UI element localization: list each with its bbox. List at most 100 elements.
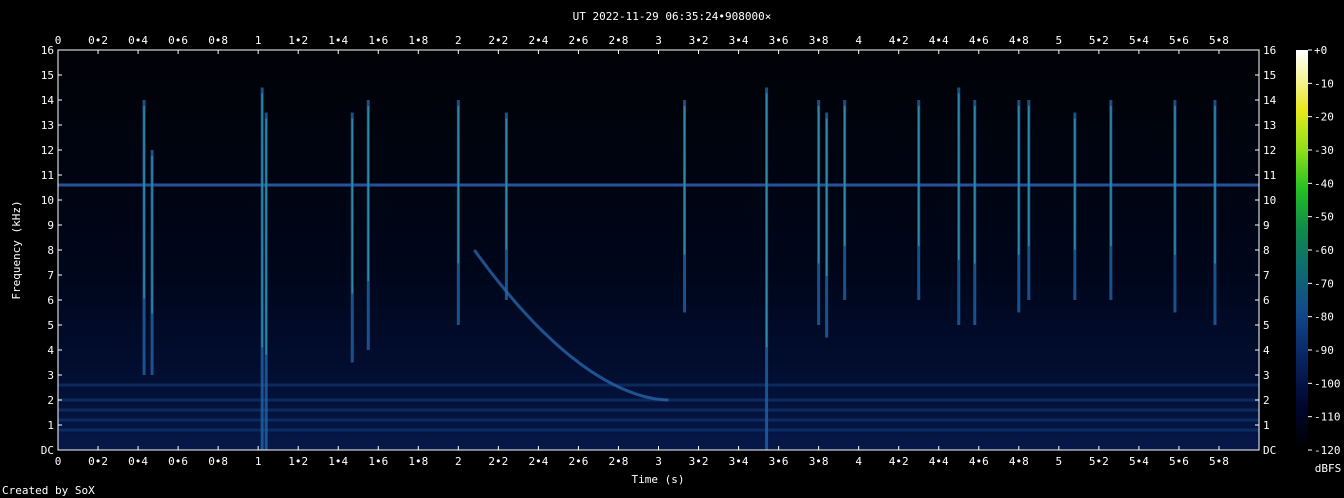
y-tick-label-left: 4 — [47, 344, 54, 357]
x-tick-label-bottom: 3•4 — [729, 455, 749, 468]
x-tick-label-top: 3•8 — [809, 34, 829, 47]
colorbar-tick-label: -110 — [1314, 411, 1341, 424]
x-tick-label-bottom: 3 — [655, 455, 662, 468]
impulse-core — [825, 118, 828, 276]
x-tick-label-bottom: 1 — [255, 455, 262, 468]
y-tick-label-left: 12 — [41, 144, 54, 157]
x-tick-label-top: 2•6 — [568, 34, 588, 47]
y-tick-label-right: 8 — [1263, 244, 1270, 257]
y-tick-label-right: 4 — [1263, 344, 1270, 357]
x-tick-label-top: 0•6 — [168, 34, 188, 47]
x-tick-label-bottom: 3•8 — [809, 455, 829, 468]
y-tick-label-right: 7 — [1263, 269, 1270, 282]
impulse-core — [843, 106, 846, 246]
colorbar-tick-label: -120 — [1314, 444, 1341, 457]
y-tick-label-left: 11 — [41, 169, 54, 182]
impulse-core — [151, 156, 153, 314]
low-band — [58, 408, 1259, 412]
x-tick-label-bottom: 4•6 — [969, 455, 989, 468]
colorbar-tick-label: -70 — [1314, 277, 1334, 290]
x-tick-label-bottom: 3•6 — [769, 455, 789, 468]
x-tick-label-top: 5•4 — [1129, 34, 1149, 47]
impulse-core — [958, 93, 960, 260]
y-tick-label-right: 12 — [1263, 144, 1276, 157]
y-tick-label-right: 13 — [1263, 119, 1276, 132]
y-tick-label-right: 1 — [1263, 419, 1270, 432]
x-tick-label-bottom: 0 — [55, 455, 62, 468]
x-tick-label-top: 1•6 — [368, 34, 388, 47]
y-tick-label-left: 13 — [41, 119, 54, 132]
x-tick-label-bottom: 2•2 — [488, 455, 508, 468]
impulse-core — [683, 106, 686, 255]
y-tick-label-left: 6 — [47, 294, 54, 307]
x-tick-label-bottom: 3•2 — [689, 455, 709, 468]
x-tick-label-bottom: 4•2 — [889, 455, 909, 468]
colorbar-tick-label: -30 — [1314, 144, 1334, 157]
impulse-core — [261, 93, 263, 348]
y-tick-label-left: 14 — [41, 94, 55, 107]
y-tick-label-left: DC — [41, 444, 54, 457]
x-tick-label-top: 5 — [1056, 34, 1063, 47]
x-tick-label-bottom: 0•4 — [128, 455, 148, 468]
x-tick-label-bottom: 2•8 — [609, 455, 629, 468]
impulse-core — [817, 106, 820, 264]
impulse-core — [143, 106, 145, 299]
y-tick-label-left: 10 — [41, 194, 54, 207]
y-tick-label-right: 5 — [1263, 319, 1270, 332]
low-band — [58, 418, 1259, 422]
colorbar-label: dBFS — [1315, 462, 1342, 475]
x-tick-label-top: 4 — [855, 34, 862, 47]
x-tick-label-bottom: 2 — [455, 455, 462, 468]
x-tick-label-bottom: 5 — [1056, 455, 1063, 468]
y-tick-label-left: 7 — [47, 269, 54, 282]
x-tick-label-top: 4•2 — [889, 34, 909, 47]
y-tick-label-right: 2 — [1263, 394, 1270, 407]
y-tick-label-left: 15 — [41, 69, 54, 82]
x-tick-label-top: 1•8 — [408, 34, 428, 47]
x-tick-label-top: 4•8 — [1009, 34, 1029, 47]
x-tick-label-top: 1 — [255, 34, 262, 47]
x-tick-label-top: 2•2 — [488, 34, 508, 47]
x-tick-label-top: 3•2 — [689, 34, 709, 47]
x-tick-label-top: 5•8 — [1209, 34, 1229, 47]
impulse-core — [367, 106, 370, 281]
x-tick-label-bottom: 5•6 — [1169, 455, 1189, 468]
impulse-core — [974, 106, 976, 264]
x-tick-label-bottom: 1•2 — [288, 455, 308, 468]
impulse-core — [765, 93, 768, 348]
spectrogram-figure: UT 2022-11-29 06:35:24•908000× 0 0•2 0•4 0•… — [2, 10, 1342, 497]
colorbar-tick-label: -90 — [1314, 344, 1334, 357]
colorbar-ticks: +0 -10 -20 -30 -40 -50 -60 -70 -80 -90 -100 -110 -12… — [1308, 44, 1341, 457]
y-tick-label-right: 16 — [1263, 44, 1276, 57]
y-tick-label-right: 14 — [1263, 94, 1277, 107]
y-tick-label-right: 11 — [1263, 169, 1276, 182]
y-tick-label-left: 9 — [47, 219, 54, 232]
x-tick-label-top: 0•4 — [128, 34, 148, 47]
impulse-core — [1018, 106, 1020, 255]
y-tick-label-right: 10 — [1263, 194, 1276, 207]
y-tick-label-left: 2 — [47, 394, 54, 407]
x-tick-label-bottom: 4•8 — [1009, 455, 1029, 468]
x-tick-label-bottom: 5•8 — [1209, 455, 1229, 468]
colorbar-tick-label: -20 — [1314, 111, 1334, 124]
x-tick-label-bottom: 0•8 — [208, 455, 228, 468]
impulse-core — [1214, 106, 1216, 264]
y-tick-label-right: 3 — [1263, 369, 1270, 382]
colorbar-tick-label: -60 — [1314, 244, 1334, 257]
x-tick-label-bottom: 5•4 — [1129, 455, 1149, 468]
colorbar-tick-label: +0 — [1314, 44, 1327, 57]
footer-credit: Created by SoX — [2, 484, 95, 497]
tone-line — [58, 183, 1259, 187]
x-tick-label-top: 1•2 — [288, 34, 308, 47]
y-tick-label-right: 15 — [1263, 69, 1276, 82]
colorbar-tick-label: -10 — [1314, 77, 1334, 90]
plot-area — [57, 49, 1260, 451]
y-tick-label-left: 16 — [41, 44, 54, 57]
x-tick-label-top: 0•2 — [88, 34, 108, 47]
x-tick-label-top: 3•4 — [729, 34, 749, 47]
low-band — [58, 383, 1259, 387]
x-tick-label-bottom: 2•4 — [528, 455, 548, 468]
impulse-core — [1028, 106, 1030, 246]
y-tick-label-left: 5 — [47, 319, 54, 332]
impulse-core — [1110, 106, 1112, 246]
